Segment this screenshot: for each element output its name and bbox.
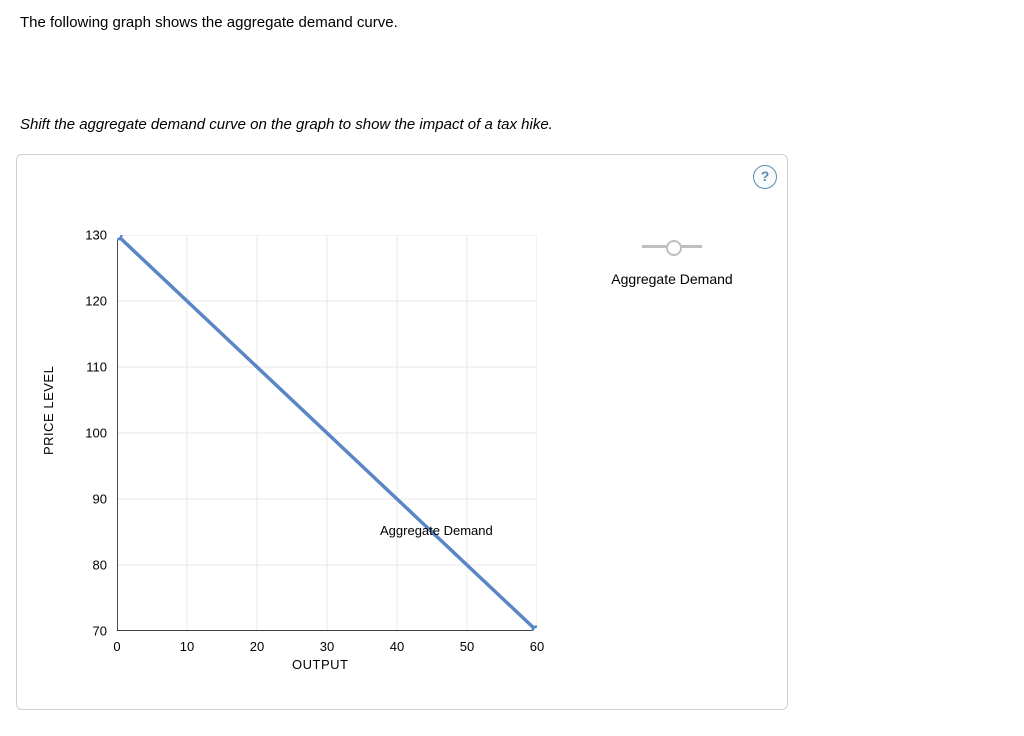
y-tick-label: 130	[77, 228, 107, 243]
y-tick-label: 120	[77, 294, 107, 309]
legend-entry: Aggregate Demand	[587, 271, 757, 287]
y-tick-label: 90	[77, 492, 107, 507]
x-tick-label: 0	[102, 639, 132, 654]
curve-endpoint-bottom[interactable]	[533, 627, 538, 632]
y-tick-label: 110	[77, 360, 107, 375]
x-tick-label: 50	[452, 639, 482, 654]
instruction-text: Shift the aggregate demand curve on the …	[20, 116, 553, 133]
chart: PRICE LEVEL OUTPUT	[47, 225, 767, 695]
x-tick-label: 60	[522, 639, 552, 654]
legend: Aggregate Demand	[587, 239, 757, 287]
help-button[interactable]: ?	[753, 165, 777, 189]
help-icon: ?	[761, 168, 770, 184]
plot-area[interactable]: 130 120 110 100 90 80 70 0 10 20 30 40 5…	[117, 235, 537, 631]
y-tick-label: 80	[77, 558, 107, 573]
x-tick-label: 40	[382, 639, 412, 654]
x-tick-label: 10	[172, 639, 202, 654]
y-axis-label: PRICE LEVEL	[41, 366, 56, 455]
legend-marker-icon[interactable]	[642, 239, 702, 253]
y-tick-label: 70	[77, 624, 107, 639]
x-axis-label: OUTPUT	[292, 657, 348, 672]
chart-panel: ? PRICE LEVEL OUTPUT	[16, 154, 788, 710]
curve-endpoint-top[interactable]	[117, 235, 122, 240]
x-tick-label: 20	[242, 639, 272, 654]
x-tick-label: 30	[312, 639, 342, 654]
y-tick-label: 100	[77, 426, 107, 441]
plot-svg	[117, 235, 537, 631]
intro-text: The following graph shows the aggregate …	[20, 14, 398, 31]
